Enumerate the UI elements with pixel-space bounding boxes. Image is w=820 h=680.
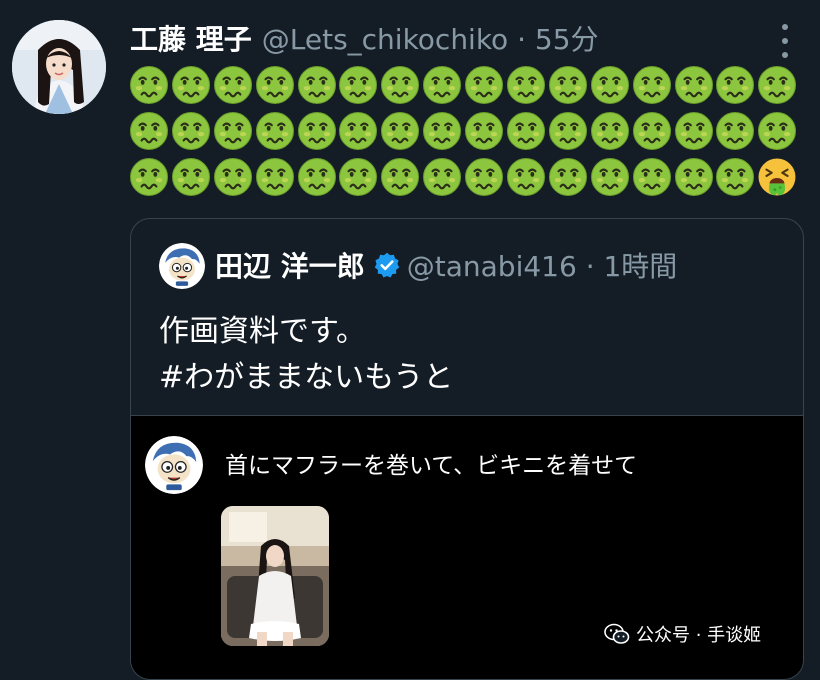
nauseated-face-icon: [171, 112, 210, 150]
watermark: 公众号 · 手谈姬: [604, 622, 761, 646]
wechat-icon: [604, 623, 630, 644]
nauseated-face-icon: [674, 66, 713, 104]
nauseated-face-icon: [423, 66, 462, 104]
vomiting-face-icon: [758, 158, 797, 196]
nauseated-face-icon: [130, 158, 168, 196]
quoted-tweet-text: 作画資料です。 #わがままないもうと: [159, 309, 453, 401]
quoted-author-name[interactable]: 田辺 洋一郎: [215, 245, 365, 285]
emoji-row: [130, 66, 800, 108]
nauseated-face-icon: [339, 66, 378, 104]
quoted-author-handle-and-time[interactable]: @tanabi416 · 1時間: [407, 245, 678, 285]
verified-badge-icon: [374, 252, 399, 278]
more-vertical-icon[interactable]: [776, 24, 794, 58]
quoted-author-avatar-icon[interactable]: [159, 243, 205, 289]
nauseated-face-icon: [590, 112, 629, 150]
nauseated-face-icon: [381, 158, 420, 196]
nauseated-face-icon: [423, 158, 462, 196]
nauseated-face-icon: [130, 112, 168, 150]
nauseated-face-icon: [548, 66, 587, 104]
author-handle-and-time[interactable]: @Lets_chikochiko · 55分: [262, 18, 599, 58]
quoted-hashtag[interactable]: #わがままないもうと: [159, 355, 453, 401]
nauseated-face-icon: [213, 66, 252, 104]
nauseated-face-icon: [213, 158, 252, 196]
nauseated-face-icon: [297, 112, 336, 150]
nauseated-face-icon: [255, 66, 294, 104]
nauseated-face-icon: [632, 112, 671, 150]
nauseated-face-icon: [716, 112, 755, 150]
nauseated-face-icon: [465, 158, 504, 196]
nauseated-face-icon: [674, 158, 713, 196]
nauseated-face-icon: [465, 66, 504, 104]
author-name[interactable]: 工藤 理子: [130, 18, 252, 58]
nauseated-face-icon: [255, 158, 294, 196]
nauseated-face-icon: [339, 158, 378, 196]
watermark-text: 公众号 · 手谈姬: [636, 625, 762, 646]
nauseated-face-icon: [507, 66, 546, 104]
nauseated-face-icon: [548, 112, 587, 150]
nauseated-face-icon: [130, 66, 168, 104]
tweet-emoji-text: [130, 66, 800, 204]
nauseated-face-icon: [423, 112, 462, 150]
nauseated-face-icon: [632, 66, 671, 104]
nauseated-face-icon: [758, 112, 797, 150]
nauseated-face-icon: [255, 112, 294, 150]
quoted-tweet-header: 田辺 洋一郎 @tanabi416 · 1時間: [215, 245, 677, 285]
nauseated-face-icon: [632, 158, 671, 196]
nauseated-face-icon: [381, 112, 420, 150]
nauseated-face-icon: [171, 158, 210, 196]
emoji-row: [130, 158, 800, 200]
user-avatar-icon[interactable]: [12, 20, 106, 114]
nauseated-face-icon: [590, 66, 629, 104]
nauseated-face-icon: [339, 112, 378, 150]
nauseated-face-icon: [381, 66, 420, 104]
quoted-text-line: 作画資料です。: [159, 314, 366, 349]
nauseated-face-icon: [758, 66, 797, 104]
nauseated-face-icon: [590, 158, 629, 196]
nauseated-face-icon: [716, 158, 755, 196]
nauseated-face-icon: [548, 158, 587, 196]
nauseated-face-icon: [297, 158, 336, 196]
nauseated-face-icon: [297, 66, 336, 104]
emoji-row: [130, 112, 800, 154]
nauseated-face-icon: [171, 66, 210, 104]
tweet-header: 工藤 理子 @Lets_chikochiko · 55分: [130, 18, 599, 58]
nauseated-face-icon: [507, 158, 546, 196]
nauseated-face-icon: [716, 66, 755, 104]
photo-thumbnail[interactable]: [221, 506, 329, 646]
quoted-tweet-card[interactable]: 田辺 洋一郎 @tanabi416 · 1時間 作画資料です。 #わがままないも…: [130, 218, 804, 680]
nauseated-face-icon: [507, 112, 546, 150]
media-caption: 首にマフラーを巻いて、ビキニを着せて: [225, 453, 638, 479]
nauseated-face-icon: [213, 112, 252, 150]
media-avatar-icon: [145, 436, 203, 494]
nauseated-face-icon: [674, 112, 713, 150]
nauseated-face-icon: [465, 112, 504, 150]
